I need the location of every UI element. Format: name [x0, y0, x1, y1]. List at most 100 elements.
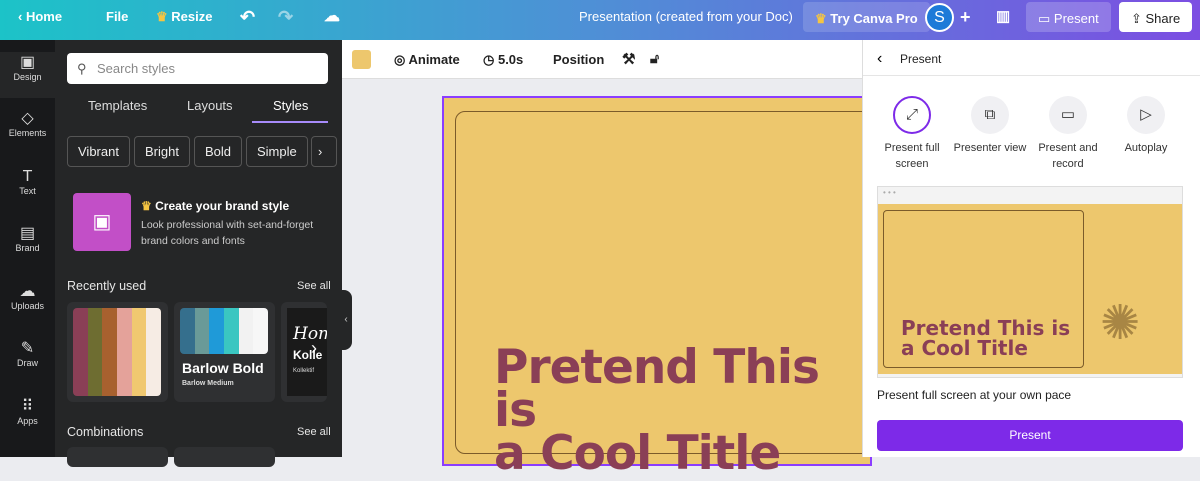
duration-label: 5.0s	[497, 52, 524, 67]
cloud-saved-icon[interactable]: ☁	[324, 0, 340, 40]
palette-swatches	[73, 308, 161, 396]
slide-canvas[interactable]: Pretend This is a Cool Title	[442, 96, 885, 477]
avatar[interactable]: S	[925, 3, 954, 32]
home-button[interactable]: ‹ Home	[18, 0, 62, 40]
color-swatch[interactable]	[352, 50, 371, 69]
rail-apps[interactable]: ⠿ Apps	[0, 398, 55, 426]
font-subtitle: Barlow Medium	[182, 380, 234, 387]
font-card-2[interactable]: Hom Kolle Kollektif ›	[281, 302, 327, 402]
rail-text[interactable]: T Text	[0, 168, 55, 196]
font-card[interactable]: Barlow Bold Barlow Medium	[174, 302, 275, 402]
color-swatch	[146, 308, 161, 396]
option-label: Autoplay	[1124, 142, 1168, 154]
color-swatch	[73, 308, 88, 396]
present-button[interactable]: Present	[877, 420, 1183, 451]
chip-simple[interactable]: Simple	[246, 136, 308, 167]
duration-button[interactable]: ◷ 5.0s	[483, 52, 523, 68]
top-bar: ‹ Home File ♛ Resize ↶ ↷ ☁ Presentation …	[0, 0, 1200, 40]
rail-uploads[interactable]: ☁ Uploads	[0, 283, 55, 311]
document-title[interactable]: Presentation (created from your Doc)	[579, 0, 793, 40]
crown-icon: ♛	[141, 199, 152, 213]
present-panel: ‹ Present ⤢ Present full screen ⧉ Presente…	[862, 40, 1200, 457]
presenter-view-option[interactable]: ⧉ Presenter view	[950, 96, 1030, 156]
try-pro-label: Try Canva Pro	[830, 11, 918, 26]
lock-icon[interactable]: 🔓︎	[650, 50, 659, 67]
color-swatch	[194, 308, 210, 354]
resize-button[interactable]: ♛ Resize	[156, 0, 212, 40]
rail-label: Uploads	[10, 301, 45, 311]
rail-label: Apps	[17, 416, 38, 426]
preview-window: • • • Pretend This is a Cool Title ✺	[877, 186, 1183, 378]
search-placeholder: Search styles	[97, 61, 176, 76]
rail-draw[interactable]: ✎ Draw	[0, 340, 55, 368]
search-input[interactable]: ⚲ Search styles	[67, 53, 328, 84]
try-pro-button[interactable]: ♛ Try Canva Pro	[803, 2, 930, 32]
preview-title-line: Pretend This is	[901, 316, 1071, 340]
rail-label: Design	[13, 72, 42, 82]
combinations-heading: Combinations	[67, 425, 144, 439]
side-rail: ▣ Design ◇ Elements T Text ▤ Brand ☁ Uploads …	[0, 40, 55, 457]
present-fullscreen-option[interactable]: ⤢ Present full screen	[872, 96, 952, 172]
font-subtitle: Kollektif	[293, 368, 315, 374]
present-label: Present	[1053, 11, 1099, 26]
collapse-panel-handle[interactable]: ‹	[340, 290, 352, 350]
present-record-option[interactable]: ▭ Present and record	[1028, 96, 1108, 172]
animate-button[interactable]: ◎ Animate	[394, 52, 460, 68]
apps-icon: ⠿	[21, 398, 34, 415]
palette-card[interactable]	[67, 302, 168, 402]
text-icon: T	[22, 168, 33, 185]
see-all-recent[interactable]: See all	[297, 280, 331, 292]
brand-kit-icon: ▣	[73, 193, 131, 251]
slide-title[interactable]: Pretend This is a Cool Title	[494, 340, 870, 477]
recently-used-heading: Recently used	[67, 279, 147, 293]
palette-swatches	[180, 308, 268, 354]
preview-slide: Pretend This is a Cool Title ✺	[878, 204, 1182, 374]
crown-icon: ♛	[156, 9, 168, 24]
upload-icon: ☁	[19, 283, 36, 300]
autoplay-option[interactable]: ▷ Autoplay	[1106, 96, 1186, 156]
file-menu[interactable]: File	[106, 0, 128, 40]
script-font-sample: Hom	[293, 324, 327, 344]
present-panel-title: Present	[900, 52, 942, 66]
crown-icon: ♛	[815, 11, 827, 26]
chip-vibrant[interactable]: Vibrant	[67, 136, 130, 167]
see-all-combinations[interactable]: See all	[297, 426, 331, 438]
font-title: Kolle	[293, 348, 323, 362]
tab-indicator	[252, 121, 328, 123]
paint-roller-icon[interactable]: ⚒	[622, 50, 635, 68]
color-swatch	[117, 308, 132, 396]
title-line-1: Pretend This is	[494, 340, 820, 438]
analytics-icon[interactable]: ▥	[996, 0, 1010, 40]
option-label: Present and record	[1038, 142, 1098, 170]
tab-templates[interactable]: Templates	[88, 98, 147, 113]
rail-label: Brand	[15, 243, 40, 253]
rail-design[interactable]: ▣ Design	[0, 52, 55, 98]
combination-card[interactable]	[67, 447, 168, 467]
present-top-button[interactable]: ▭ Present	[1026, 2, 1111, 32]
brand-style-heading[interactable]: ♛ Create your brand style	[141, 199, 289, 213]
chip-bright[interactable]: Bright	[134, 136, 190, 167]
undo-icon[interactable]: ↶	[240, 0, 255, 40]
rail-brand[interactable]: ▤ Brand	[0, 225, 55, 253]
position-button[interactable]: Position	[553, 52, 604, 67]
chips-next-icon[interactable]: ›	[311, 136, 337, 167]
tab-layouts[interactable]: Layouts	[187, 98, 233, 113]
option-label: Present full screen	[884, 142, 940, 170]
share-button[interactable]: ⇪ Share	[1119, 2, 1193, 32]
chip-bold[interactable]: Bold	[194, 136, 243, 167]
draw-icon: ✎	[20, 340, 35, 357]
combination-card[interactable]	[174, 447, 275, 467]
carousel-next-icon[interactable]: ›	[311, 338, 317, 359]
rail-elements[interactable]: ◇ Elements	[0, 110, 55, 138]
add-icon[interactable]: +	[960, 0, 971, 40]
color-swatch	[253, 308, 268, 354]
animate-icon: ◎	[394, 52, 406, 67]
color-swatch	[102, 308, 118, 396]
color-swatch	[131, 308, 147, 396]
animate-label: Animate	[408, 52, 460, 67]
font-title: Barlow Bold	[182, 360, 264, 376]
redo-icon[interactable]: ↷	[278, 0, 293, 40]
tab-styles[interactable]: Styles	[273, 98, 308, 113]
camera-icon: ▭	[1049, 96, 1087, 134]
back-icon[interactable]: ‹	[877, 50, 882, 68]
